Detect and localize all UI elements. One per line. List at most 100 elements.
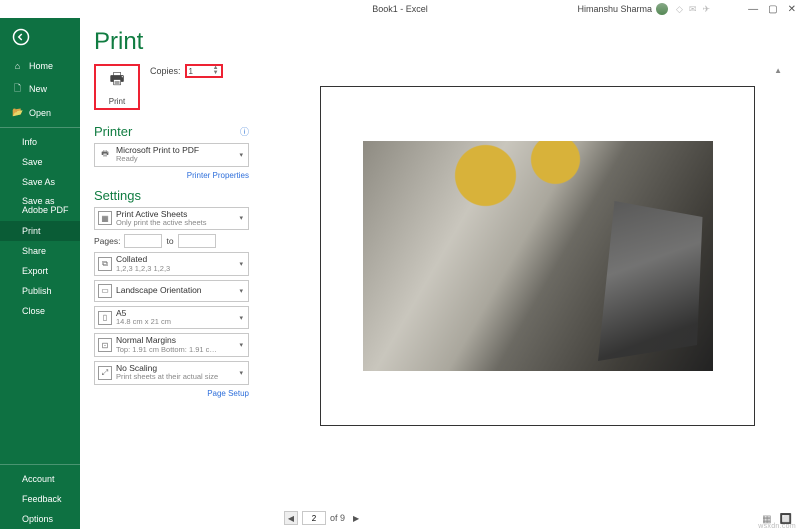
printer-icon: 🖶 (109, 68, 124, 95)
sidebar-item-label: Info (22, 137, 37, 147)
back-button[interactable] (0, 18, 80, 56)
print-button[interactable]: 🖶 Print (94, 64, 140, 110)
printer-properties-link[interactable]: Printer Properties (94, 171, 249, 180)
chevron-down-icon: ▾ (237, 214, 245, 222)
sidebar-item-label: New (29, 84, 47, 94)
sidebar-item-options[interactable]: Options (0, 509, 80, 529)
current-page-input[interactable] (302, 511, 326, 525)
home-icon: ⌂ (12, 61, 23, 71)
document-title: Book1 - Excel (372, 4, 428, 14)
margins-selector[interactable]: ⊡ Normal Margins Top: 1.91 cm Bottom: 1.… (94, 333, 249, 357)
sidebar-item-close[interactable]: Close (0, 301, 80, 321)
chevron-down-icon: ▾ (237, 341, 245, 349)
user-area[interactable]: Himanshu Sharma ◇✉✈ (577, 3, 710, 15)
dropdown-sub: 14.8 cm x 21 cm (116, 318, 233, 326)
title-decorations: ◇✉✈ (676, 4, 710, 15)
dropdown-sub: 1,2,3 1,2,3 1,2,3 (116, 265, 233, 273)
sidebar-item-new[interactable]: 🗋 New (0, 76, 80, 102)
next-page-button[interactable]: ▶ (349, 511, 363, 525)
sidebar-item-export[interactable]: Export (0, 261, 80, 281)
sidebar-item-label: Share (22, 246, 46, 256)
sidebar-item-print[interactable]: Print (0, 221, 80, 241)
pages-to-input[interactable] (178, 234, 216, 248)
printer-selector[interactable]: 🖶 Microsoft Print to PDF Ready ▾ (94, 143, 249, 167)
margins-icon: ⊡ (98, 338, 112, 352)
sidebar-item-save-as[interactable]: Save As (0, 172, 80, 192)
page-setup-link[interactable]: Page Setup (94, 389, 249, 398)
sidebar-item-label: Publish (22, 286, 52, 296)
copies-input[interactable]: 1 ▲▼ (185, 64, 223, 78)
prev-page-button[interactable]: ◀ (284, 511, 298, 525)
printer-status: Ready (116, 155, 233, 163)
what-to-print-selector[interactable]: ▦ Print Active Sheets Only print the act… (94, 207, 249, 231)
print-settings-column: 🖶 Print Copies: 1 ▲▼ Printer ⓘ (94, 62, 249, 523)
paper-size-selector[interactable]: ▯ A5 14.8 cm x 21 cm ▾ (94, 306, 249, 330)
landscape-icon: ▭ (98, 284, 112, 298)
titlebar: Book1 - Excel Himanshu Sharma ◇✉✈ — ▢ ✕ (0, 0, 800, 18)
sidebar-item-label: Save (22, 157, 43, 167)
sidebar-item-label: Feedback (22, 494, 62, 504)
backstage-content: Print 🖶 Print Copies: 1 ▲▼ (80, 18, 800, 529)
watermark: wsxdn.com (758, 523, 796, 529)
scaling-selector[interactable]: ⤢ No Scaling Print sheets at their actua… (94, 361, 249, 385)
collation-selector[interactable]: ⧉ Collated 1,2,3 1,2,3 1,2,3 ▾ (94, 252, 249, 276)
sidebar-item-open[interactable]: 📂 Open (0, 102, 80, 123)
preview-image (363, 141, 713, 371)
sidebar-item-info[interactable]: Info (0, 132, 80, 152)
print-button-label: Print (109, 97, 125, 106)
sidebar-item-account[interactable]: Account (0, 469, 80, 489)
print-preview: ▲ (249, 62, 786, 523)
sidebar-item-save-as-adobe-pdf[interactable]: Save as Adobe PDF (0, 192, 80, 221)
restore-button[interactable]: ▢ (768, 4, 777, 15)
page-navigator: ◀ of 9 ▶ (284, 511, 363, 525)
chevron-down-icon: ▾ (237, 151, 245, 159)
copies-value: 1 (189, 67, 193, 76)
sidebar-item-share[interactable]: Share (0, 241, 80, 261)
chevron-down-icon: ▾ (237, 260, 245, 268)
chevron-down-icon: ▾ (237, 369, 245, 377)
page-title: Print (94, 28, 786, 56)
open-icon: 📂 (12, 107, 23, 118)
info-icon[interactable]: ⓘ (240, 125, 249, 138)
dropdown-sub: Only print the active sheets (116, 219, 233, 227)
preview-page (320, 86, 755, 426)
sidebar-item-label: Home (29, 61, 53, 71)
paper-icon: ▯ (98, 311, 112, 325)
scroll-up-icon[interactable]: ▲ (774, 66, 782, 75)
sidebar-item-feedback[interactable]: Feedback (0, 489, 80, 509)
sidebar-item-publish[interactable]: Publish (0, 281, 80, 301)
chevron-down-icon: ▾ (237, 287, 245, 295)
printer-device-icon: 🖶 (98, 148, 112, 162)
avatar[interactable] (656, 3, 668, 15)
scaling-icon: ⤢ (98, 366, 112, 380)
copies-stepper[interactable]: ▲▼ (213, 66, 219, 76)
pages-label: Pages: (94, 236, 120, 246)
dropdown-sub: Print sheets at their actual size (116, 373, 233, 381)
window-controls: — ▢ ✕ (748, 4, 796, 15)
sidebar-item-label: Save As (22, 177, 55, 187)
sheets-icon: ▦ (98, 211, 112, 225)
dropdown-sub: Top: 1.91 cm Bottom: 1.91 c… (116, 346, 233, 354)
sidebar-item-home[interactable]: ⌂ Home (0, 56, 80, 76)
pages-from-input[interactable] (124, 234, 162, 248)
dropdown-title: Landscape Orientation (116, 286, 233, 295)
sidebar-item-label: Close (22, 306, 45, 316)
user-name: Himanshu Sharma (577, 4, 652, 14)
sidebar-item-label: Save as Adobe PDF (22, 197, 74, 216)
pages-to-label: to (166, 236, 173, 246)
sidebar-item-label: Print (22, 226, 41, 236)
close-button[interactable]: ✕ (788, 4, 796, 15)
collated-icon: ⧉ (98, 257, 112, 271)
sidebar-item-label: Account (22, 474, 55, 484)
printer-heading: Printer ⓘ (94, 124, 249, 139)
sidebar-item-label: Options (22, 514, 53, 524)
pages-range: Pages: to (94, 234, 249, 248)
new-icon: 🗋 (12, 81, 23, 97)
minimize-button[interactable]: — (748, 4, 758, 15)
sidebar-item-label: Open (29, 108, 51, 118)
backstage-sidebar: ⌂ Home 🗋 New 📂 Open Info Save Save As Save … (0, 18, 80, 529)
sidebar-item-save[interactable]: Save (0, 152, 80, 172)
orientation-selector[interactable]: ▭ Landscape Orientation ▾ (94, 280, 249, 302)
total-pages: of 9 (330, 513, 345, 523)
chevron-down-icon: ▾ (237, 314, 245, 322)
